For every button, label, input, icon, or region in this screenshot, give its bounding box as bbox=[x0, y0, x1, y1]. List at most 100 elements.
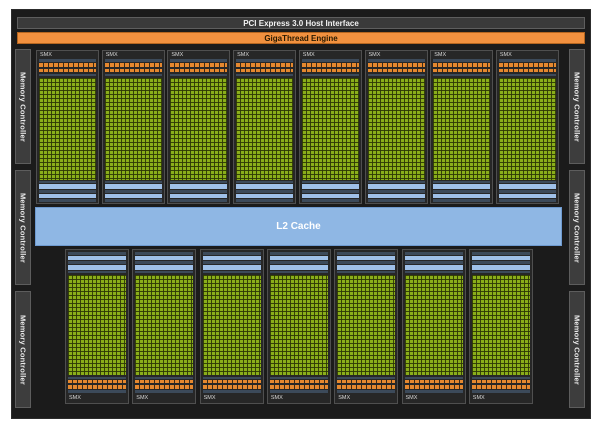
register-file bbox=[236, 74, 294, 76]
memory-controller-right-3: Memory Controller bbox=[569, 291, 585, 408]
texture-units bbox=[367, 194, 425, 198]
memory-controller-label: Memory Controller bbox=[18, 314, 28, 385]
smx-label: SMX bbox=[40, 52, 52, 58]
warp-scheduler-band bbox=[498, 63, 556, 67]
load-store-band bbox=[236, 199, 294, 202]
interconnect bbox=[68, 271, 126, 273]
instruction-cache bbox=[367, 59, 425, 62]
dispatch-unit-band bbox=[471, 380, 530, 383]
register-file bbox=[404, 377, 463, 379]
texture-cache bbox=[471, 261, 530, 264]
smx-top-4: SMX bbox=[233, 50, 297, 204]
texture-units bbox=[68, 256, 126, 260]
cuda-core-grid bbox=[68, 275, 126, 375]
memory-controller-label: Memory Controller bbox=[572, 314, 582, 385]
dispatch-unit-band bbox=[269, 380, 328, 383]
dispatch-unit-band bbox=[236, 69, 294, 72]
warp-scheduler-band bbox=[135, 385, 194, 389]
register-file bbox=[104, 74, 162, 76]
interconnect bbox=[337, 271, 396, 273]
cuda-core-grid bbox=[367, 78, 425, 180]
instruction-cache bbox=[170, 59, 228, 62]
texture-cache bbox=[269, 261, 328, 264]
register-file bbox=[269, 377, 328, 379]
shared-memory bbox=[433, 184, 491, 189]
warp-scheduler-band bbox=[301, 63, 359, 67]
warp-scheduler-band bbox=[170, 63, 228, 67]
interconnect bbox=[498, 181, 556, 183]
shared-memory bbox=[236, 184, 294, 189]
smx-bottom-6: SMX bbox=[401, 249, 466, 404]
smx-top-1: SMX bbox=[36, 50, 99, 204]
dispatch-unit-band bbox=[301, 69, 359, 72]
memory-controller-label: Memory Controller bbox=[18, 192, 28, 263]
cuda-core-grid bbox=[301, 78, 359, 180]
register-file bbox=[498, 74, 556, 76]
texture-units bbox=[498, 194, 556, 198]
smx-top-2: SMX bbox=[101, 50, 165, 204]
smx-label: SMX bbox=[203, 395, 216, 401]
smx-top-5: SMX bbox=[298, 50, 362, 204]
smx-label: SMX bbox=[405, 395, 418, 401]
smx-top-3: SMX bbox=[167, 50, 231, 204]
cuda-core-grid bbox=[170, 78, 228, 180]
dispatch-unit-band bbox=[498, 69, 556, 72]
texture-units bbox=[269, 256, 328, 260]
register-file bbox=[471, 377, 530, 379]
memory-controller-left-3: Memory Controller bbox=[15, 291, 31, 408]
texture-cache bbox=[170, 190, 228, 193]
cuda-core-grid bbox=[236, 78, 294, 180]
warp-scheduler-band bbox=[39, 63, 96, 67]
load-store-band bbox=[269, 252, 328, 255]
texture-units bbox=[471, 256, 530, 260]
texture-cache bbox=[202, 261, 261, 264]
memory-controller-label: Memory Controller bbox=[572, 192, 582, 263]
shared-memory bbox=[367, 184, 425, 189]
cuda-core-grid bbox=[404, 275, 463, 375]
instruction-cache bbox=[236, 59, 294, 62]
texture-cache bbox=[135, 261, 194, 264]
interconnect bbox=[170, 181, 228, 183]
dispatch-unit-band bbox=[337, 380, 396, 383]
cuda-core-grid bbox=[269, 275, 328, 375]
texture-units bbox=[236, 194, 294, 198]
register-file bbox=[301, 74, 359, 76]
warp-scheduler-band bbox=[404, 385, 463, 389]
warp-scheduler-band bbox=[236, 63, 294, 67]
smx-bottom-2: SMX bbox=[132, 249, 197, 404]
cuda-core-grid bbox=[39, 78, 96, 180]
texture-units bbox=[39, 194, 96, 198]
texture-cache bbox=[337, 261, 396, 264]
dispatch-unit-band bbox=[170, 69, 228, 72]
smx-bottom-1: SMX bbox=[65, 249, 129, 404]
smx-label: SMX bbox=[368, 52, 381, 58]
instruction-cache bbox=[301, 59, 359, 62]
shared-memory bbox=[68, 265, 126, 270]
load-store-band bbox=[498, 199, 556, 202]
interconnect bbox=[367, 181, 425, 183]
texture-cache bbox=[404, 261, 463, 264]
warp-scheduler-band bbox=[367, 63, 425, 67]
smx-label: SMX bbox=[499, 52, 512, 58]
cuda-core-grid bbox=[337, 275, 396, 375]
texture-cache bbox=[301, 190, 359, 193]
load-store-band bbox=[471, 252, 530, 255]
dispatch-unit-band bbox=[135, 380, 194, 383]
register-file bbox=[68, 377, 126, 379]
dispatch-unit-band bbox=[68, 380, 126, 383]
register-file bbox=[39, 74, 96, 76]
texture-units bbox=[301, 194, 359, 198]
texture-units bbox=[170, 194, 228, 198]
load-store-band bbox=[367, 199, 425, 202]
dispatch-unit-band bbox=[104, 69, 162, 72]
l2-cache: L2 Cache bbox=[35, 207, 562, 246]
cuda-core-grid bbox=[433, 78, 491, 180]
instruction-cache bbox=[135, 390, 194, 393]
interconnect bbox=[104, 181, 162, 183]
shared-memory bbox=[135, 265, 194, 270]
memory-controller-right-1: Memory Controller bbox=[569, 49, 585, 164]
interconnect bbox=[433, 181, 491, 183]
warp-scheduler-band bbox=[337, 385, 396, 389]
interconnect bbox=[269, 271, 328, 273]
texture-units bbox=[433, 194, 491, 198]
